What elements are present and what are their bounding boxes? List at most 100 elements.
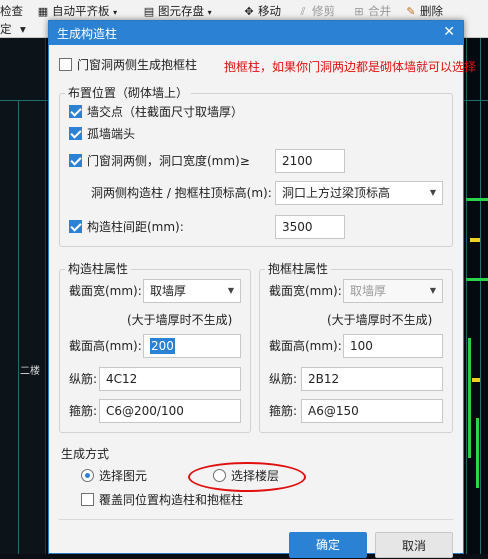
overwrite-checkbox[interactable]	[81, 493, 94, 506]
move-icon: ✥	[244, 5, 254, 18]
frame-width-label: 截面宽(mm):	[269, 284, 342, 298]
frame-long-bar-value: 2B12	[308, 372, 340, 386]
struct-stirrup-value: C6@200/100	[106, 404, 184, 418]
isolated-wall-end-checkbox[interactable]	[69, 127, 82, 140]
frame-stirrup-value: A6@150	[308, 404, 359, 418]
frame-width-note: (大于墙厚时不生成)	[327, 313, 433, 327]
construction-column-group-title: 构造柱属性	[65, 262, 132, 276]
chevron-down-icon: ▼	[429, 188, 436, 197]
cad-wall	[468, 338, 471, 458]
cad-column	[472, 378, 480, 382]
struct-long-bar-input[interactable]: 4C12	[99, 367, 241, 391]
door-window-sides-checkbox[interactable]	[69, 154, 82, 167]
frame-width-select[interactable]: 取墙厚 ▼	[343, 279, 443, 303]
trim-tool[interactable]: ⫽ 修剪	[296, 3, 335, 19]
cad-column	[470, 238, 480, 242]
frame-column-group-title: 抱框柱属性	[265, 262, 332, 276]
wall-intersection-label: 墙交点（柱截面尺寸取墙厚）	[87, 105, 244, 119]
auto-align-slab-tool[interactable]: ▦ 自动平齐板 ▾	[36, 3, 117, 19]
check-label: 检查	[0, 4, 23, 18]
left-side-panel	[0, 38, 46, 554]
frame-column-checkbox-row[interactable]: 门窗洞两侧生成抱框柱	[59, 56, 197, 74]
move-label: 移动	[258, 4, 281, 18]
check-tool[interactable]: 检查	[0, 3, 23, 19]
struct-long-bar-label: 纵筋:	[69, 372, 98, 386]
overwrite-label: 覆盖同位置构造柱和抱框柱	[99, 493, 244, 507]
top-elevation-select[interactable]: 洞口上方过梁顶标高 ▼	[275, 181, 443, 205]
cad-wall	[476, 418, 479, 488]
frame-long-bar-input[interactable]: 2B12	[301, 367, 443, 391]
door-window-sides-row[interactable]: 门窗洞两侧，洞口宽度(mm)≥	[69, 152, 250, 170]
save-element-tool[interactable]: ▤ 图元存盘 ▾	[142, 3, 212, 19]
struct-width-note: (大于墙厚时不生成)	[127, 313, 233, 327]
delete-tool[interactable]: ✎ 删除	[404, 3, 443, 19]
dialog-title: 生成构造柱	[57, 27, 118, 41]
struct-stirrup-input[interactable]: C6@200/100	[99, 399, 241, 423]
grid-line	[18, 100, 19, 554]
struct-width-label: 截面宽(mm):	[69, 284, 142, 298]
grid-line	[480, 38, 481, 554]
struct-width-value: 取墙厚	[150, 284, 187, 298]
chevron-down-icon: ▾	[207, 8, 212, 17]
chevron-down-icon: ▼	[227, 286, 234, 295]
frame-stirrup-input[interactable]: A6@150	[301, 399, 443, 423]
auto-align-label: 自动平齐板	[52, 4, 110, 18]
spacing-value: 3500	[282, 220, 313, 234]
door-window-width-input[interactable]: 2100	[275, 149, 345, 173]
annotation-text: 抱框柱，如果你门洞两边都是砌体墙就可以选择	[224, 60, 477, 74]
cad-wall	[466, 278, 488, 281]
close-icon[interactable]: ✕	[443, 24, 455, 40]
footer-divider	[59, 519, 453, 520]
select-element-row[interactable]: 选择图元	[81, 467, 147, 485]
struct-width-select[interactable]: 取墙厚 ▼	[143, 279, 241, 303]
spacing-label: 构造柱间距(mm):	[87, 220, 184, 234]
move-tool[interactable]: ✥ 移动	[242, 3, 281, 19]
frame-height-value: 100	[350, 339, 373, 353]
placement-group-title: 布置位置（砌体墙上）	[65, 86, 192, 100]
top-elevation-value: 洞口上方过梁顶标高	[282, 186, 391, 200]
generation-method-title: 生成方式	[61, 447, 110, 461]
eraser-icon: ✎	[406, 5, 416, 18]
select-element-radio[interactable]	[81, 469, 94, 482]
grid-line	[0, 100, 46, 101]
overwrite-row[interactable]: 覆盖同位置构造柱和抱框柱	[81, 491, 243, 509]
struct-height-value: 200	[150, 338, 175, 354]
toolbar-row2-left: 定	[0, 22, 12, 36]
select-element-label: 选择图元	[99, 469, 148, 483]
floor-side-label: 二楼	[20, 366, 40, 377]
merge-icon: ⊞	[354, 5, 364, 18]
cancel-button[interactable]: 取消	[375, 532, 453, 558]
frame-stirrup-label: 箍筋:	[269, 404, 298, 418]
top-elevation-label: 洞两侧构造柱 / 抱框柱顶标高(m):	[91, 186, 272, 200]
save-element-label: 图元存盘	[158, 4, 204, 18]
struct-stirrup-label: 箍筋:	[69, 404, 98, 418]
ok-button[interactable]: 确定	[289, 532, 367, 558]
spacing-checkbox[interactable]	[69, 220, 82, 233]
isolated-wall-end-row[interactable]: 孤墙端头	[69, 125, 135, 143]
frame-height-input[interactable]: 100	[343, 334, 443, 358]
wall-intersection-row[interactable]: 墙交点（柱截面尺寸取墙厚）	[69, 103, 243, 121]
struct-long-bar-value: 4C12	[106, 372, 138, 386]
chevron-down-icon: ▾	[113, 8, 118, 17]
spacing-input[interactable]: 3500	[275, 215, 345, 239]
door-window-sides-label: 门窗洞两侧，洞口宽度(mm)≥	[87, 154, 250, 168]
highlight-ellipse	[188, 462, 306, 492]
align-icon: ▦	[37, 5, 49, 18]
dialog-titlebar[interactable]: 生成构造柱 ✕	[49, 21, 463, 45]
frame-height-label: 截面高(mm):	[269, 339, 342, 353]
save-element-icon: ▤	[143, 5, 155, 18]
wall-intersection-checkbox[interactable]	[69, 105, 82, 118]
spacing-row[interactable]: 构造柱间距(mm):	[69, 218, 184, 236]
merge-label: 合并	[368, 4, 391, 18]
chevron-down-icon: ▼	[429, 286, 436, 295]
cad-wall	[466, 198, 488, 201]
frame-column-checkbox[interactable]	[59, 58, 72, 71]
struct-height-input[interactable]: 200	[143, 334, 241, 358]
frame-long-bar-label: 纵筋:	[269, 372, 298, 386]
door-window-width-value: 2100	[282, 154, 313, 168]
frame-column-label: 门窗洞两侧生成抱框柱	[77, 58, 198, 72]
trim-label: 修剪	[312, 4, 335, 18]
isolated-wall-end-label: 孤墙端头	[87, 127, 136, 141]
merge-tool[interactable]: ⊞ 合并	[352, 3, 391, 19]
grid-line	[466, 38, 467, 554]
